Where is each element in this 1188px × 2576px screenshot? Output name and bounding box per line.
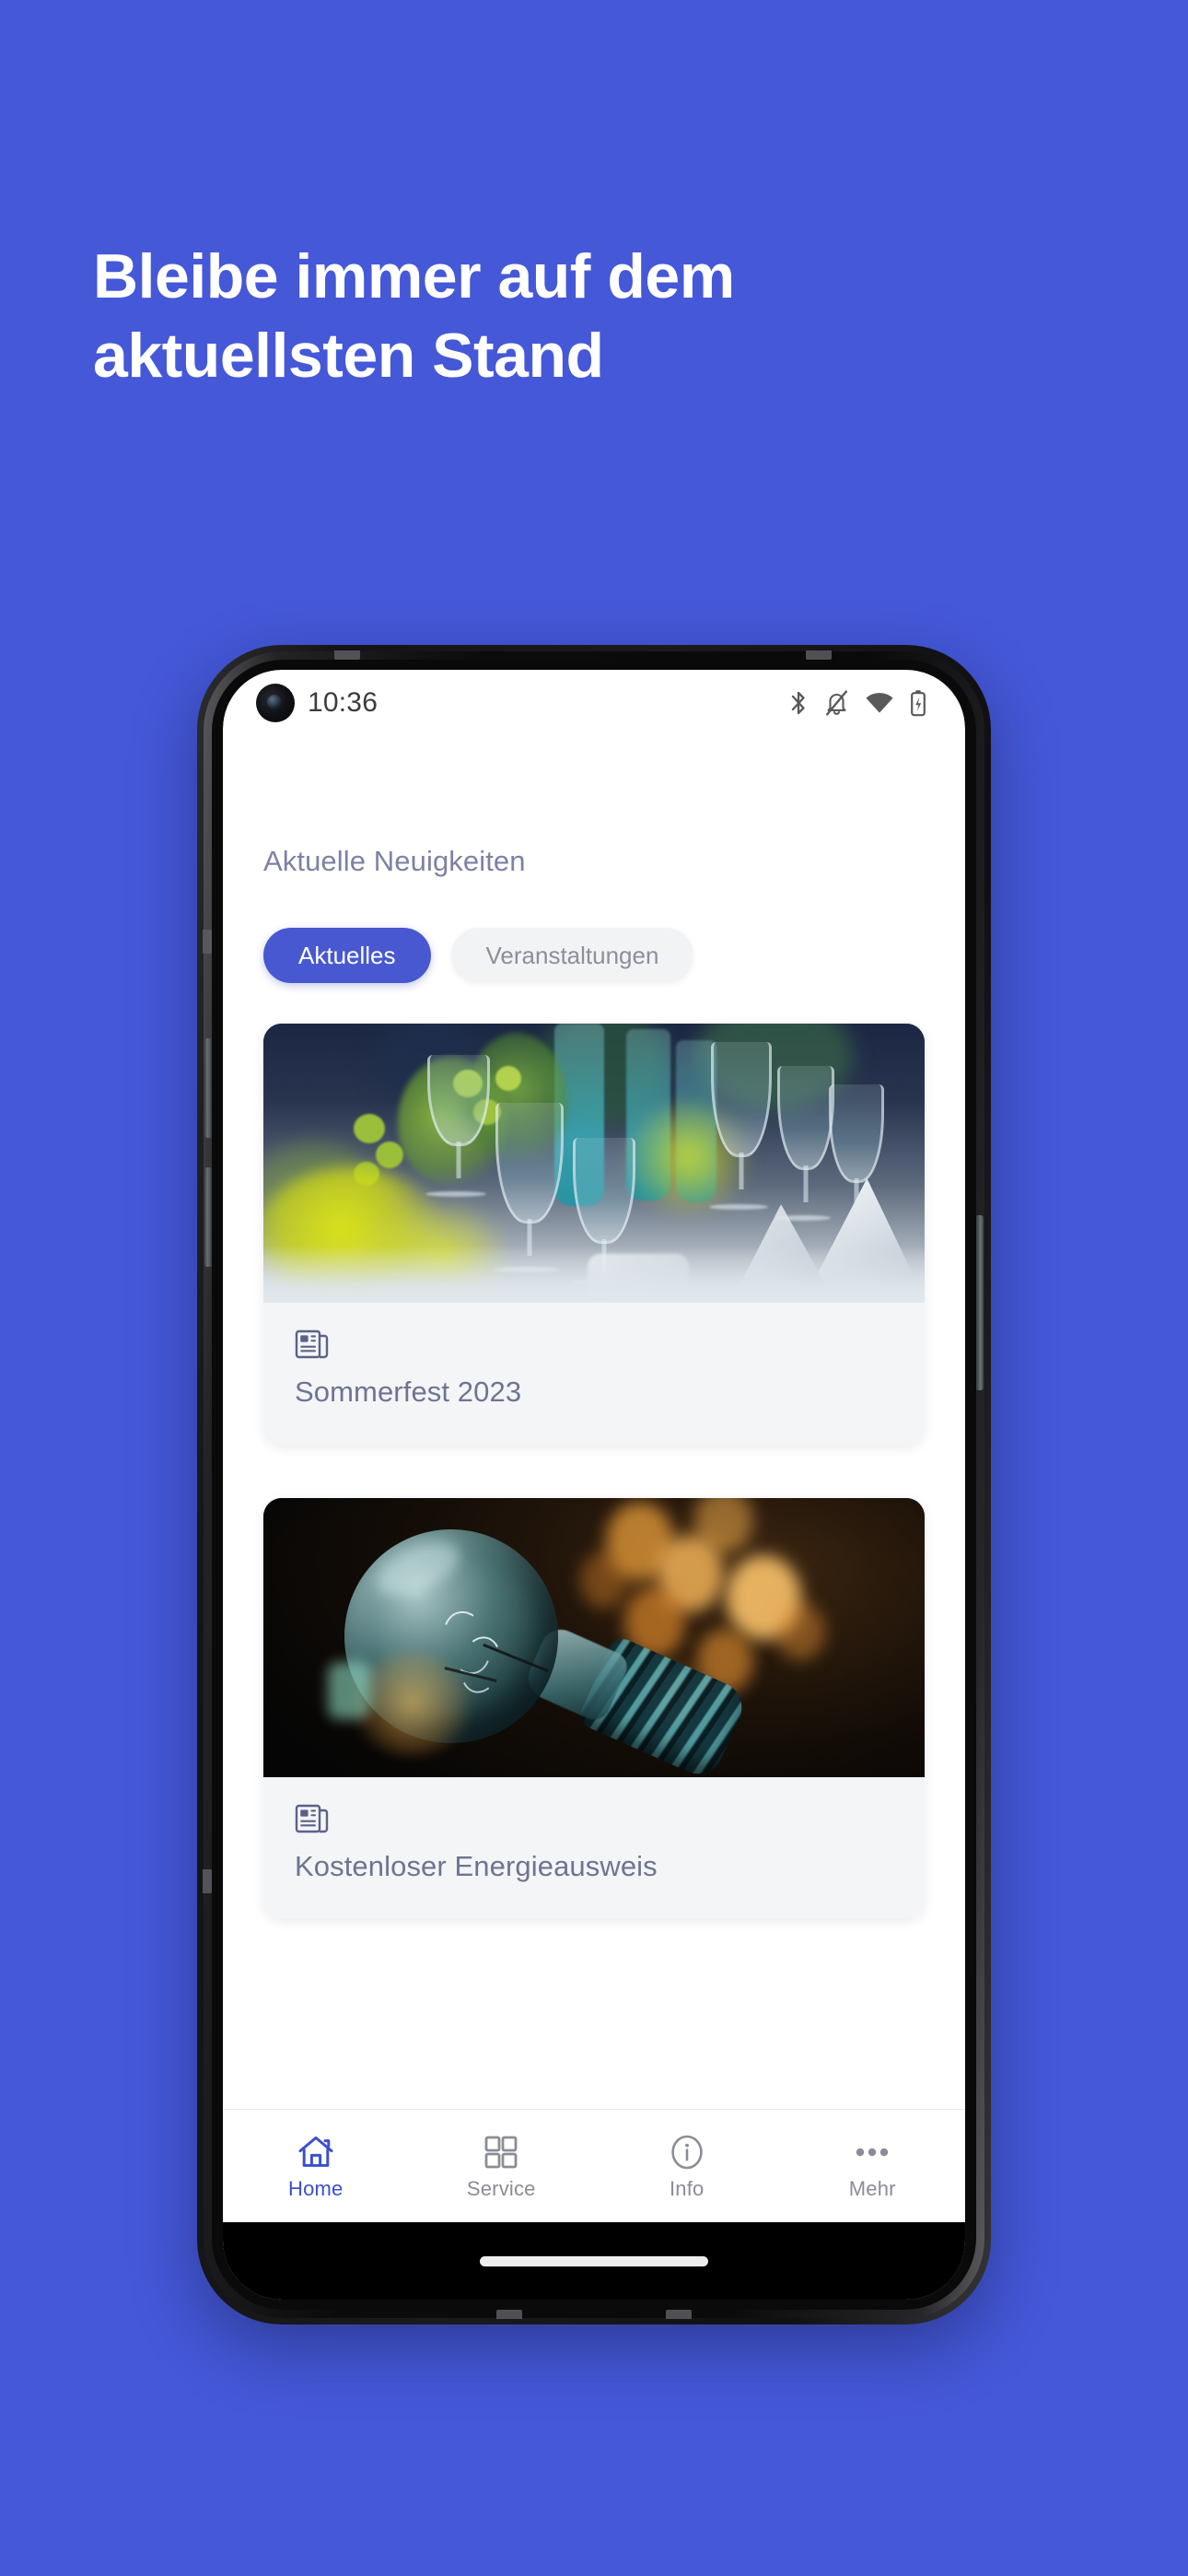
- news-card-energieausweis[interactable]: Kostenloser Energieausweis: [263, 1497, 925, 1920]
- bluetooth-icon: [788, 689, 809, 717]
- news-card-body: Kostenloser Energieausweis: [263, 1777, 925, 1920]
- news-card-image-lightbulb: [263, 1497, 925, 1777]
- nav-item-home[interactable]: Home: [223, 2110, 409, 2222]
- ellipsis-icon: [852, 2134, 892, 2171]
- gesture-navigation-area: [223, 2222, 965, 2300]
- status-bar-left: 10:36: [256, 684, 378, 722]
- home-indicator[interactable]: [480, 2255, 708, 2266]
- newspaper-icon: [295, 1803, 893, 1839]
- grid-icon: [483, 2134, 519, 2171]
- bottom-navigation: Home Service Info Mehr: [223, 2109, 965, 2222]
- news-card-body: Sommerfest 2023: [263, 1303, 925, 1446]
- home-icon: [297, 2134, 335, 2171]
- nav-label-service: Service: [466, 2176, 536, 2200]
- phone-screen: 10:36 Aktuelle Neuigkeiten Aktuelles Ver…: [223, 670, 965, 2300]
- notifications-off-icon: [824, 689, 849, 717]
- news-card-image-table-setting: [263, 1024, 925, 1303]
- news-card-list: Sommerfest 2023 Kostenloser Energieauswe…: [223, 983, 965, 2109]
- status-bar: 10:36: [223, 670, 965, 736]
- page-title: Bleibe immer auf dem aktuellsten Stand: [93, 241, 735, 391]
- antenna-line-bottom-right: [666, 2309, 692, 2319]
- antenna-line-bottom-left: [496, 2309, 522, 2319]
- content-top-spacer: [223, 736, 965, 845]
- wifi-icon: [865, 692, 894, 714]
- nav-item-mehr[interactable]: Mehr: [780, 2110, 966, 2222]
- filter-tabs: Aktuelles Veranstaltungen: [223, 878, 965, 983]
- nav-label-info: Info: [670, 2176, 705, 2200]
- nav-item-info[interactable]: Info: [594, 2110, 780, 2222]
- app-body: Aktuelle Neuigkeiten Aktuelles Veranstal…: [223, 736, 965, 2300]
- power-button[interactable]: [975, 1215, 984, 1390]
- news-card-title: Sommerfest 2023: [295, 1376, 522, 1408]
- news-card-sommerfest[interactable]: Sommerfest 2023: [263, 1024, 925, 1446]
- phone-mockup: 10:36 Aktuelle Neuigkeiten Aktuelles Ver…: [197, 645, 991, 2324]
- screen-content: 10:36 Aktuelle Neuigkeiten Aktuelles Ver…: [223, 670, 965, 2300]
- info-icon: [669, 2134, 705, 2171]
- newspaper-icon: [295, 1329, 893, 1364]
- news-card-title: Kostenloser Energieausweis: [295, 1849, 658, 1882]
- status-bar-right: [788, 689, 926, 717]
- section-title: Aktuelle Neuigkeiten: [263, 845, 526, 877]
- status-bar-clock: 10:36: [308, 687, 379, 718]
- tab-aktuelles[interactable]: Aktuelles: [263, 928, 431, 983]
- nav-label-mehr: Mehr: [848, 2176, 896, 2200]
- nav-label-home: Home: [288, 2176, 344, 2200]
- nav-item-service[interactable]: Service: [409, 2110, 595, 2222]
- tab-veranstaltungen[interactable]: Veranstaltungen: [450, 928, 694, 983]
- front-camera-icon: [256, 684, 295, 722]
- battery-charging-icon: [910, 689, 926, 717]
